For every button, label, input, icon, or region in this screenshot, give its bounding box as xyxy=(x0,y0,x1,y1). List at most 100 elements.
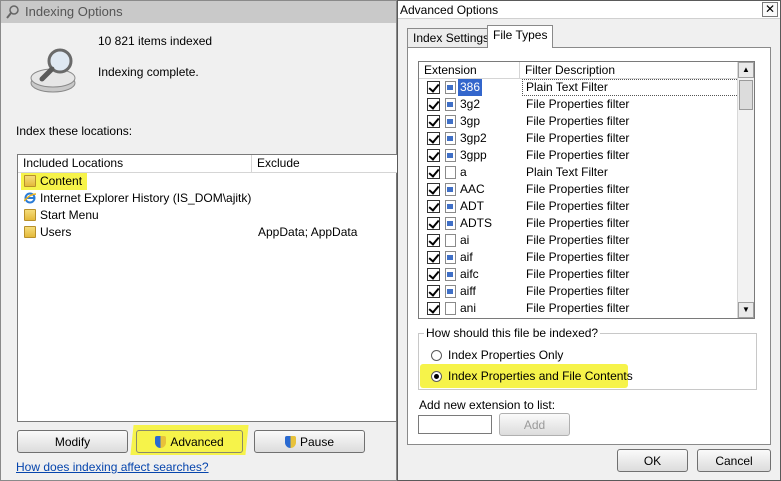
blank-file-icon xyxy=(445,234,456,247)
file-type-extension: AAC xyxy=(460,182,485,196)
property-file-icon xyxy=(445,149,456,162)
file-type-extension: 3gpp xyxy=(460,148,487,162)
file-type-filter: File Properties filter xyxy=(526,182,630,196)
file-type-filter: File Properties filter xyxy=(526,114,630,128)
advanced-button[interactable]: Advanced xyxy=(136,430,243,453)
file-type-extension: 3gp xyxy=(460,114,481,128)
location-row-content[interactable]: Content xyxy=(18,173,396,190)
file-type-checkbox[interactable] xyxy=(427,234,440,247)
file-type-checkbox[interactable] xyxy=(427,200,440,213)
file-types-scrollbar[interactable]: ▲ ▼ xyxy=(737,62,754,318)
file-type-checkbox[interactable] xyxy=(427,285,440,298)
file-type-row[interactable]: a Plain Text Filter xyxy=(419,164,739,181)
advanced-options-titlebar[interactable]: Advanced Options ✕ xyxy=(398,1,780,19)
blank-file-icon xyxy=(445,302,456,315)
indexing-status: Indexing complete. xyxy=(98,65,199,79)
location-name: Internet Explorer History (IS_DOM\ajitk) xyxy=(40,191,252,205)
file-type-checkbox[interactable] xyxy=(427,115,440,128)
file-type-row[interactable]: ai File Properties filter xyxy=(419,232,739,249)
file-type-row[interactable]: AAC File Properties filter xyxy=(419,181,739,198)
file-type-row[interactable]: aif File Properties filter xyxy=(419,249,739,266)
modify-button[interactable]: Modify xyxy=(17,430,128,453)
tab-file-types[interactable]: File Types xyxy=(487,25,554,48)
file-type-row[interactable]: 3gpp File Properties filter xyxy=(419,147,739,164)
add-extension-button[interactable]: Add xyxy=(499,413,570,436)
radio-button[interactable] xyxy=(431,350,442,361)
pause-button[interactable]: Pause xyxy=(254,430,365,453)
indexing-help-link[interactable]: How does indexing affect searches? xyxy=(16,460,209,474)
property-file-icon xyxy=(445,81,456,94)
file-type-filter: File Properties filter xyxy=(526,284,630,298)
ok-button[interactable]: OK xyxy=(617,449,688,472)
file-type-row[interactable]: ADTS File Properties filter xyxy=(419,215,739,232)
file-type-checkbox[interactable] xyxy=(427,132,440,145)
file-type-extension: ADTS xyxy=(460,216,493,230)
location-row-start-menu[interactable]: Start Menu xyxy=(18,207,396,224)
file-type-checkbox[interactable] xyxy=(427,268,440,281)
file-type-checkbox[interactable] xyxy=(427,183,440,196)
radio-properties-only-label: Index Properties Only xyxy=(448,348,564,362)
pause-button-label: Pause xyxy=(299,435,335,449)
file-type-checkbox[interactable] xyxy=(427,166,440,179)
col-header-exclude[interactable]: Exclude xyxy=(251,155,398,173)
advanced-options-title: Advanced Options xyxy=(400,3,499,17)
file-type-row[interactable]: 3gp File Properties filter xyxy=(419,113,739,130)
scroll-down-arrow-icon[interactable]: ▼ xyxy=(738,302,754,318)
indexing-options-titlebar[interactable]: Indexing Options xyxy=(1,1,396,23)
file-type-checkbox[interactable] xyxy=(427,98,440,111)
radio-button-selected[interactable] xyxy=(431,371,442,382)
indexing-magnifier-icon xyxy=(30,48,76,93)
file-type-row[interactable]: aiff File Properties filter xyxy=(419,283,739,300)
cancel-button[interactable]: Cancel xyxy=(697,449,771,472)
file-type-extension: ADT xyxy=(460,199,484,213)
radio-properties-and-contents-label: Index Properties and File Contents xyxy=(448,369,633,383)
file-type-checkbox[interactable] xyxy=(427,217,440,230)
file-type-extension: 386 xyxy=(458,79,483,96)
folder-icon xyxy=(24,209,36,221)
property-file-icon xyxy=(445,200,456,213)
col-header-extension[interactable]: Extension xyxy=(419,62,519,79)
file-type-checkbox[interactable] xyxy=(427,302,440,315)
file-type-filter: File Properties filter xyxy=(526,97,630,111)
folder-icon xyxy=(24,226,36,238)
location-row-users[interactable]: Users AppData; AppData xyxy=(18,224,396,241)
index-method-label: How should this file be indexed? xyxy=(424,326,601,340)
file-type-row[interactable]: 3gp2 File Properties filter xyxy=(419,130,739,147)
scroll-thumb[interactable] xyxy=(739,80,753,110)
file-type-extension: 3gp2 xyxy=(460,131,487,145)
close-button[interactable]: ✕ xyxy=(762,2,778,17)
locations-list[interactable]: Included Locations Exclude Content Inter… xyxy=(17,154,398,422)
add-button-label: Add xyxy=(523,418,546,432)
file-type-extension: aif xyxy=(460,250,473,264)
tab-index-settings[interactable]: Index Settings xyxy=(407,28,496,47)
location-row-ie-history[interactable]: Internet Explorer History (IS_DOM\ajitk) xyxy=(18,190,396,207)
file-type-filter: File Properties filter xyxy=(526,216,630,230)
file-type-row[interactable]: ADT File Properties filter xyxy=(419,198,739,215)
file-type-filter: Plain Text Filter xyxy=(526,165,608,179)
file-type-checkbox[interactable] xyxy=(427,81,440,94)
file-type-row[interactable]: 3g2 File Properties filter xyxy=(419,96,739,113)
file-type-filter: File Properties filter xyxy=(526,233,630,247)
file-type-row[interactable]: aifc File Properties filter xyxy=(419,266,739,283)
ie-icon xyxy=(24,192,36,204)
index-method-group: How should this file be indexed? Index P… xyxy=(418,326,757,390)
property-file-icon xyxy=(445,98,456,111)
modify-button-label: Modify xyxy=(54,435,91,449)
file-type-row[interactable]: ani File Properties filter xyxy=(419,300,739,317)
add-extension-input[interactable] xyxy=(418,415,492,434)
location-name: Users xyxy=(40,225,72,239)
scroll-up-arrow-icon[interactable]: ▲ xyxy=(738,62,754,78)
file-type-extension: a xyxy=(460,165,467,179)
file-type-extension: ani xyxy=(460,301,477,315)
property-file-icon xyxy=(445,132,456,145)
file-type-checkbox[interactable] xyxy=(427,251,440,264)
indexing-options-title: Indexing Options xyxy=(25,4,123,19)
file-type-row[interactable]: 386 Plain Text Filter xyxy=(419,79,739,96)
file-type-checkbox[interactable] xyxy=(427,149,440,162)
property-file-icon xyxy=(445,285,456,298)
file-type-filter: File Properties filter xyxy=(526,267,630,281)
file-types-list[interactable]: Extension Filter Description 386 Plain Te… xyxy=(418,61,755,319)
col-header-included[interactable]: Included Locations xyxy=(18,155,251,173)
advanced-options-window: Advanced Options ✕ Index Settings File T… xyxy=(397,0,781,481)
col-header-filter-description[interactable]: Filter Description xyxy=(519,62,738,79)
